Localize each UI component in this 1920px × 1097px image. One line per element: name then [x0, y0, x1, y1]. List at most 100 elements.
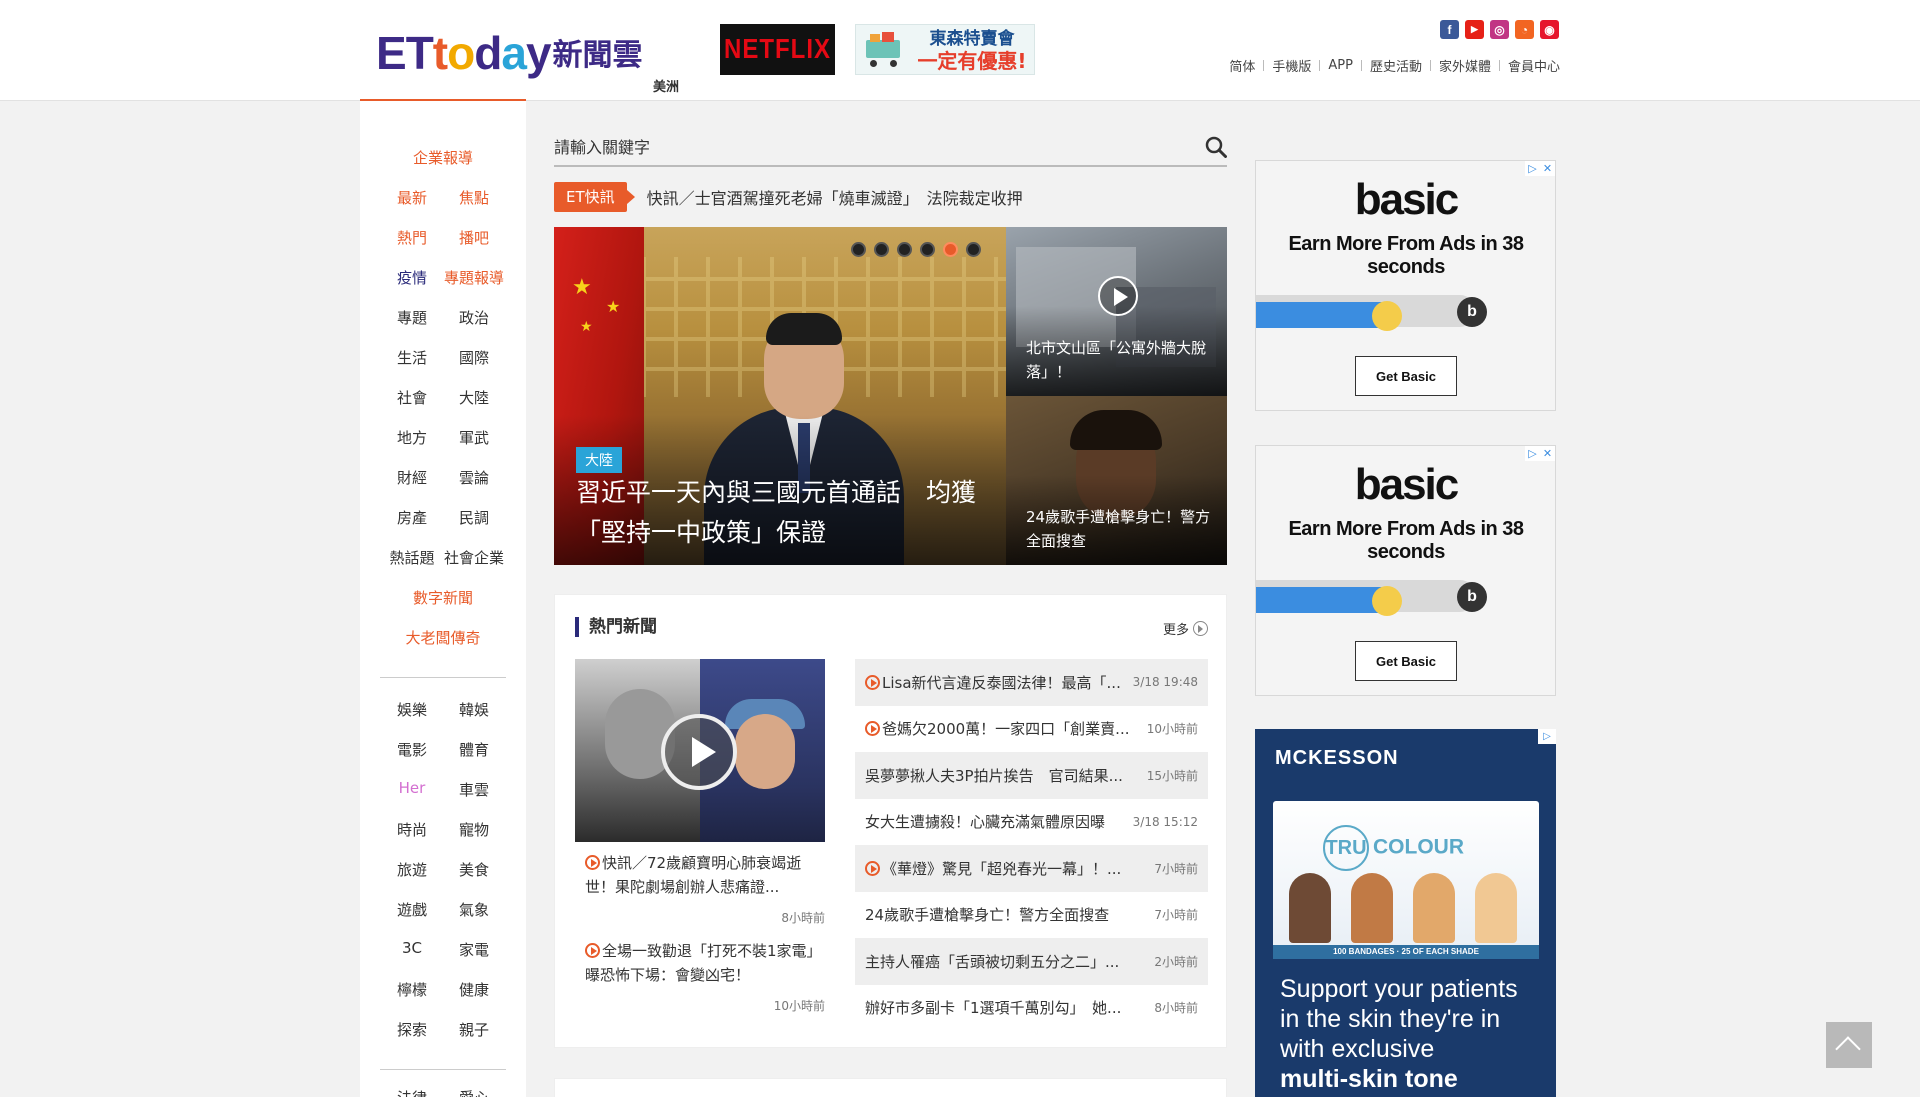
nav-sports[interactable]: 體育 — [443, 739, 505, 760]
instagram-icon[interactable]: ◎ — [1490, 20, 1509, 39]
nav-international[interactable]: 國際 — [443, 347, 505, 368]
side-story-1[interactable]: 北市文山區「公寓外牆大脫落」！ — [1006, 227, 1227, 396]
carousel-dot[interactable] — [966, 242, 981, 257]
nav-entertainment[interactable]: 娛樂 — [381, 699, 443, 720]
mckesson-ad[interactable]: ▷ MCKESSON TRU COLOUR 100 BANDAGES · 25 O… — [1255, 729, 1556, 1097]
search-input[interactable] — [554, 130, 1174, 164]
video-play-icon[interactable] — [661, 714, 737, 790]
list-item[interactable]: 24歲歌手遭槍擊身亡！警方全面搜查 7小時前 — [855, 892, 1208, 939]
carousel-dot[interactable] — [920, 242, 935, 257]
nav-games[interactable]: 遊戲 — [381, 899, 443, 920]
adchoices-icon[interactable]: ▷ — [1525, 446, 1540, 461]
nav-fashion[interactable]: 時尚 — [381, 819, 443, 840]
nav-charity[interactable]: 愛心 — [443, 1087, 505, 1097]
carousel-dot[interactable] — [943, 242, 958, 257]
nav-her[interactable]: Her — [381, 779, 443, 800]
list-item[interactable]: 爸媽欠2000萬！一家四口「創業賣... 10小時前 — [855, 706, 1208, 753]
link-outdoor-media[interactable]: 家外媒體 — [1439, 56, 1491, 75]
lead-thumbnail[interactable] — [575, 659, 825, 842]
nav-latest[interactable]: 最新 — [381, 187, 443, 208]
nav-hot[interactable]: 熱門 — [381, 227, 443, 248]
close-icon[interactable]: ✕ — [1540, 446, 1555, 461]
nav-appliances[interactable]: 家電 — [443, 939, 505, 960]
adchoices-icon[interactable]: ▷ — [1538, 729, 1556, 744]
side-story-1-title[interactable]: 北市文山區「公寓外牆大脫落」！ — [1026, 336, 1216, 384]
nav-discovery[interactable]: 探索 — [381, 1019, 443, 1040]
get-basic-button[interactable]: Get Basic — [1355, 641, 1457, 681]
nav-mainland[interactable]: 大陸 — [443, 387, 505, 408]
carousel-dot[interactable] — [851, 242, 866, 257]
more-link[interactable]: 更多 — [1163, 619, 1208, 638]
weibo-icon[interactable]: ◉ — [1540, 20, 1559, 39]
nav-number-news[interactable]: 數字新聞 — [383, 587, 503, 608]
link-app[interactable]: APP — [1328, 58, 1353, 73]
lead-story-2[interactable]: 全場一致勸退「打死不裝1家電」 曝恐怖下場：會變凶宅！ — [585, 939, 829, 987]
region-label[interactable]: 美洲 — [653, 76, 679, 95]
side-story-2[interactable]: 24歲歌手遭槍擊身亡！警方全面搜查 — [1006, 396, 1227, 565]
tokyo-sale-ad[interactable]: 東森特賣會 一定有優惠! — [855, 24, 1035, 75]
list-item[interactable]: 女大生遭擄殺！心臟充滿氣體原因曝 3/18 15:12 — [855, 799, 1208, 846]
get-basic-button[interactable]: Get Basic — [1355, 356, 1457, 396]
rss-icon[interactable]: ◔ — [1515, 20, 1534, 39]
video-play-icon[interactable] — [1098, 276, 1138, 316]
nav-3c[interactable]: 3C — [381, 939, 443, 960]
nav-food[interactable]: 美食 — [443, 859, 505, 880]
nav-opinion[interactable]: 雲論 — [443, 467, 505, 488]
hero-title[interactable]: 習近平一天內與三國元首通話 均獲「堅持一中政策」保證 — [576, 473, 986, 553]
nav-focus[interactable]: 焦點 — [443, 187, 505, 208]
nav-finance[interactable]: 財經 — [381, 467, 443, 488]
nav-society[interactable]: 社會 — [381, 387, 443, 408]
nav-local[interactable]: 地方 — [381, 427, 443, 448]
nav-parenting[interactable]: 親子 — [443, 1019, 505, 1040]
nav-military[interactable]: 軍武 — [443, 427, 505, 448]
nav-life[interactable]: 生活 — [381, 347, 443, 368]
carousel-dot[interactable] — [874, 242, 889, 257]
nav-pets[interactable]: 寵物 — [443, 819, 505, 840]
link-history[interactable]: 歷史活動 — [1370, 56, 1422, 75]
search-icon[interactable] — [1205, 136, 1227, 158]
hero-category[interactable]: 大陸 — [576, 447, 622, 473]
nav-korean[interactable]: 韓娛 — [443, 699, 505, 720]
list-item[interactable]: Lisa新代言違反泰國法律！最高「... 3/18 19:48 — [855, 659, 1208, 706]
nav-enterprise-report[interactable]: 企業報導 — [383, 147, 503, 168]
side-story-2-title[interactable]: 24歲歌手遭槍擊身亡！警方全面搜查 — [1026, 505, 1216, 553]
nav-topics[interactable]: 專題 — [381, 307, 443, 328]
youtube-icon[interactable]: ▶ — [1465, 20, 1484, 39]
hero-story[interactable]: ★ ★ ★ 大陸 習近平一天內與三國元首通話 均獲「堅持一中政策」保證 — [554, 227, 1006, 565]
close-icon[interactable]: ✕ — [1540, 161, 1555, 176]
basic-ad-1[interactable]: ▷ ✕ basic Earn More From Ads in 38 second… — [1255, 160, 1556, 411]
nav-weather[interactable]: 氣象 — [443, 899, 505, 920]
adchoices-icon[interactable]: ▷ — [1525, 161, 1540, 176]
nav-lemon[interactable]: 檸檬 — [381, 979, 443, 1000]
facebook-icon[interactable]: f — [1440, 20, 1459, 39]
ettoday-logo[interactable]: ETtoday 新聞雲 — [376, 22, 681, 78]
list-item[interactable]: 主持人罹癌「舌頭被切剩五分之二」... 2小時前 — [855, 938, 1208, 985]
nav-boba[interactable]: 播吧 — [443, 227, 505, 248]
basic-ad-2[interactable]: ▷ ✕ basic Earn More From Ads in 38 second… — [1255, 445, 1556, 696]
hot-news-list: Lisa新代言違反泰國法律！最高「... 3/18 19:48 爸媽欠2000萬！… — [855, 659, 1208, 1031]
list-item[interactable]: 《華燈》驚見「超兇春光一幕」！... 7小時前 — [855, 845, 1208, 892]
link-simplified[interactable]: 简体 — [1229, 56, 1255, 75]
nav-property[interactable]: 房產 — [381, 507, 443, 528]
nav-politics[interactable]: 政治 — [443, 307, 505, 328]
link-mobile[interactable]: 手機版 — [1272, 56, 1311, 75]
nav-special-report[interactable]: 專題報導 — [443, 267, 505, 288]
ticker-headline[interactable]: 快訊／士官酒駕撞死老婦「燒車滅證」 法院裁定收押 — [647, 185, 1023, 209]
netflix-ad[interactable]: NETFLIX — [720, 24, 835, 75]
nav-health[interactable]: 健康 — [443, 979, 505, 1000]
nav-pandemic[interactable]: 疫情 — [381, 267, 443, 288]
link-member[interactable]: 會員中心 — [1508, 56, 1560, 75]
nav-polls[interactable]: 民調 — [443, 507, 505, 528]
nav-law[interactable]: 法律 — [381, 1087, 443, 1097]
nav-social-enterprise[interactable]: 社會企業 — [443, 547, 505, 568]
back-to-top-button[interactable] — [1826, 1022, 1872, 1068]
nav-cars[interactable]: 車雲 — [443, 779, 505, 800]
nav-travel[interactable]: 旅遊 — [381, 859, 443, 880]
carousel-dot[interactable] — [897, 242, 912, 257]
list-item[interactable]: 吳夢夢揪人夫3P拍片挨告 官司結果... 15小時前 — [855, 752, 1208, 799]
nav-movies[interactable]: 電影 — [381, 739, 443, 760]
nav-boss-legend[interactable]: 大老闆傳奇 — [383, 627, 503, 648]
lead-story-1[interactable]: 快訊／72歲顧寶明心肺衰竭逝世！果陀劇場創辦人悲痛證... — [585, 851, 817, 899]
nav-hot-topics[interactable]: 熱話題 — [381, 547, 443, 568]
list-item[interactable]: 辦好市多副卡「1選項千萬別勾」 她... 8小時前 — [855, 985, 1208, 1032]
